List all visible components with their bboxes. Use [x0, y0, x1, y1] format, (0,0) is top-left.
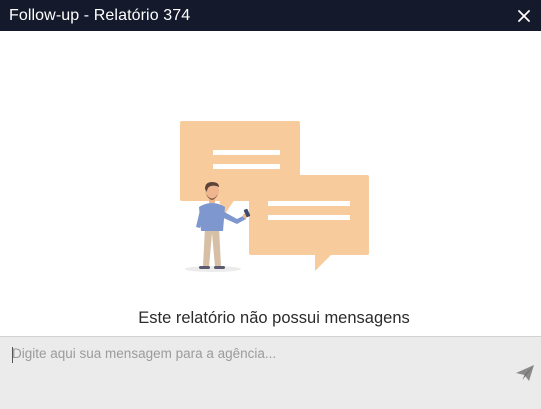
message-composer	[0, 336, 541, 409]
chat-illustration	[180, 121, 369, 272]
messages-area: Este relatório não possui mensagens	[0, 31, 541, 336]
title-bar: Follow-up - Relatório 374	[0, 0, 541, 31]
message-input[interactable]	[0, 337, 500, 409]
window-title: Follow-up - Relatório 374	[9, 6, 191, 24]
empty-state-message: Este relatório não possui mensagens	[138, 309, 410, 327]
send-icon[interactable]	[513, 362, 537, 384]
close-icon[interactable]	[515, 7, 533, 25]
speech-bubble-front	[249, 175, 369, 271]
text-cursor	[12, 347, 13, 363]
